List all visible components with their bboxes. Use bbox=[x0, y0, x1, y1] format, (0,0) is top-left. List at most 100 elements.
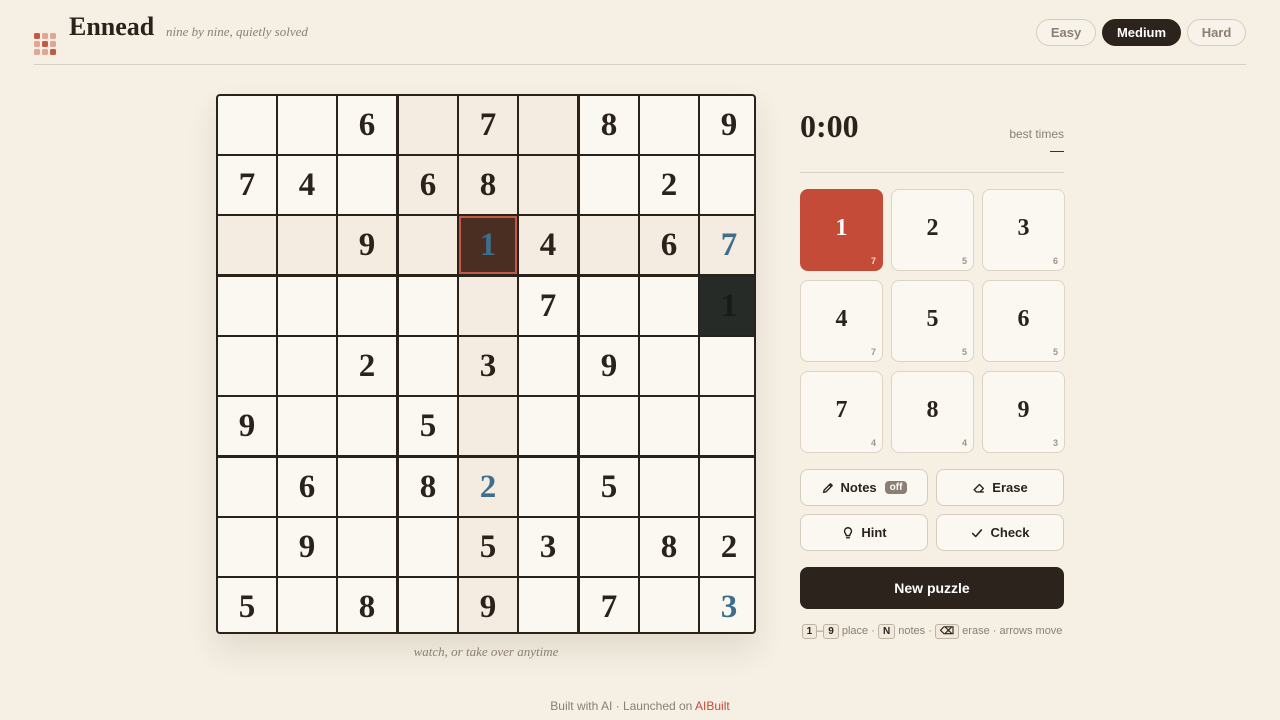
sudoku-cell[interactable] bbox=[278, 96, 336, 154]
sudoku-cell[interactable]: 7 bbox=[519, 277, 577, 335]
sudoku-cell[interactable] bbox=[278, 216, 336, 274]
sudoku-cell[interactable] bbox=[459, 277, 517, 335]
sudoku-cell[interactable]: 6 bbox=[278, 458, 336, 516]
sudoku-cell[interactable]: 9 bbox=[459, 578, 517, 632]
sudoku-cell[interactable] bbox=[338, 458, 396, 516]
sudoku-cell[interactable] bbox=[399, 96, 457, 154]
sudoku-cell[interactable]: 6 bbox=[640, 216, 698, 274]
sudoku-cell[interactable] bbox=[338, 518, 396, 576]
new-puzzle-button[interactable]: New puzzle bbox=[800, 567, 1064, 609]
sudoku-cell[interactable] bbox=[399, 518, 457, 576]
sudoku-cell[interactable]: 4 bbox=[519, 216, 577, 274]
sudoku-cell[interactable] bbox=[519, 96, 577, 154]
sudoku-cell[interactable] bbox=[278, 277, 336, 335]
footer-link[interactable]: AIBuilt bbox=[695, 699, 730, 713]
sudoku-cell[interactable] bbox=[278, 578, 336, 632]
sudoku-cell[interactable] bbox=[519, 578, 577, 632]
sudoku-cell[interactable] bbox=[218, 337, 276, 395]
notes-button[interactable]: Notes off bbox=[800, 469, 928, 506]
sudoku-cell[interactable]: 8 bbox=[459, 156, 517, 214]
check-button[interactable]: Check bbox=[936, 514, 1064, 551]
sudoku-cell[interactable]: 5 bbox=[218, 578, 276, 632]
sudoku-cell[interactable] bbox=[519, 397, 577, 455]
sudoku-cell[interactable] bbox=[338, 156, 396, 214]
difficulty-easy-button[interactable]: Easy bbox=[1036, 19, 1096, 46]
sudoku-cell[interactable]: 7 bbox=[459, 96, 517, 154]
difficulty-hard-button[interactable]: Hard bbox=[1187, 19, 1246, 46]
sudoku-cell[interactable] bbox=[338, 397, 396, 455]
sudoku-cell[interactable] bbox=[700, 458, 754, 516]
sudoku-cell[interactable]: 5 bbox=[580, 458, 638, 516]
sudoku-cell[interactable] bbox=[399, 216, 457, 274]
difficulty-medium-button[interactable]: Medium bbox=[1102, 19, 1181, 46]
sudoku-cell[interactable]: 9 bbox=[580, 337, 638, 395]
sudoku-cell[interactable]: 5 bbox=[459, 518, 517, 576]
sudoku-cell[interactable] bbox=[700, 337, 754, 395]
sudoku-cell[interactable] bbox=[278, 337, 336, 395]
sudoku-cell[interactable]: 9 bbox=[218, 397, 276, 455]
sudoku-cell[interactable] bbox=[580, 518, 638, 576]
sudoku-cell[interactable] bbox=[700, 156, 754, 214]
sudoku-cell[interactable] bbox=[399, 337, 457, 395]
sudoku-cell[interactable]: 7 bbox=[218, 156, 276, 214]
sudoku-cell[interactable]: 3 bbox=[519, 518, 577, 576]
sudoku-cell[interactable] bbox=[218, 216, 276, 274]
sudoku-cell[interactable] bbox=[399, 277, 457, 335]
sudoku-cell[interactable] bbox=[218, 96, 276, 154]
sudoku-cell[interactable] bbox=[519, 337, 577, 395]
number-pad-button-2[interactable]: 25 bbox=[891, 189, 974, 271]
sudoku-cell[interactable]: 3 bbox=[459, 337, 517, 395]
sudoku-cell[interactable] bbox=[519, 156, 577, 214]
sudoku-board[interactable]: 67897468291467712399568259538258973 bbox=[216, 94, 756, 634]
sudoku-cell[interactable] bbox=[580, 216, 638, 274]
sudoku-cell[interactable] bbox=[399, 578, 457, 632]
sudoku-cell[interactable] bbox=[640, 397, 698, 455]
sudoku-cell[interactable] bbox=[580, 156, 638, 214]
sudoku-cell[interactable] bbox=[700, 397, 754, 455]
sudoku-cell[interactable]: 8 bbox=[338, 578, 396, 632]
sudoku-cell[interactable] bbox=[218, 458, 276, 516]
sudoku-cell[interactable] bbox=[640, 96, 698, 154]
sudoku-cell[interactable]: 2 bbox=[640, 156, 698, 214]
sudoku-cell[interactable] bbox=[459, 397, 517, 455]
sudoku-cell[interactable] bbox=[580, 277, 638, 335]
hint-button[interactable]: Hint bbox=[800, 514, 928, 551]
sudoku-cell[interactable]: 2 bbox=[338, 337, 396, 395]
sudoku-cell[interactable]: 1 bbox=[700, 277, 754, 335]
sudoku-cell[interactable]: 2 bbox=[700, 518, 754, 576]
number-pad-button-7[interactable]: 74 bbox=[800, 371, 883, 453]
sudoku-cell[interactable]: 2 bbox=[459, 458, 517, 516]
number-pad-button-9[interactable]: 93 bbox=[982, 371, 1065, 453]
sudoku-cell[interactable]: 6 bbox=[338, 96, 396, 154]
sudoku-cell[interactable] bbox=[640, 578, 698, 632]
sudoku-cell[interactable]: 9 bbox=[700, 96, 754, 154]
sudoku-cell[interactable]: 6 bbox=[399, 156, 457, 214]
sudoku-cell[interactable] bbox=[338, 277, 396, 335]
number-pad-button-1[interactable]: 17 bbox=[800, 189, 883, 271]
sudoku-cell[interactable] bbox=[640, 458, 698, 516]
sudoku-cell[interactable]: 5 bbox=[399, 397, 457, 455]
sudoku-cell[interactable] bbox=[580, 397, 638, 455]
sudoku-cell[interactable]: 8 bbox=[640, 518, 698, 576]
sudoku-cell[interactable] bbox=[519, 458, 577, 516]
number-pad-button-6[interactable]: 65 bbox=[982, 280, 1065, 362]
sudoku-cell[interactable]: 8 bbox=[399, 458, 457, 516]
sudoku-cell[interactable]: 7 bbox=[700, 216, 754, 274]
number-pad-button-4[interactable]: 47 bbox=[800, 280, 883, 362]
sudoku-cell[interactable] bbox=[640, 277, 698, 335]
sudoku-cell[interactable] bbox=[218, 518, 276, 576]
sudoku-cell[interactable]: 4 bbox=[278, 156, 336, 214]
number-pad-button-8[interactable]: 84 bbox=[891, 371, 974, 453]
sudoku-cell[interactable]: 3 bbox=[700, 578, 754, 632]
number-pad-button-3[interactable]: 36 bbox=[982, 189, 1065, 271]
sudoku-cell[interactable] bbox=[640, 337, 698, 395]
sudoku-cell[interactable]: 9 bbox=[278, 518, 336, 576]
sudoku-cell[interactable]: 1 bbox=[459, 216, 517, 274]
erase-button[interactable]: Erase bbox=[936, 469, 1064, 506]
number-pad-button-5[interactable]: 55 bbox=[891, 280, 974, 362]
sudoku-cell[interactable] bbox=[218, 277, 276, 335]
sudoku-cell[interactable] bbox=[278, 397, 336, 455]
sudoku-cell[interactable]: 8 bbox=[580, 96, 638, 154]
sudoku-cell[interactable]: 7 bbox=[580, 578, 638, 632]
sudoku-cell[interactable]: 9 bbox=[338, 216, 396, 274]
